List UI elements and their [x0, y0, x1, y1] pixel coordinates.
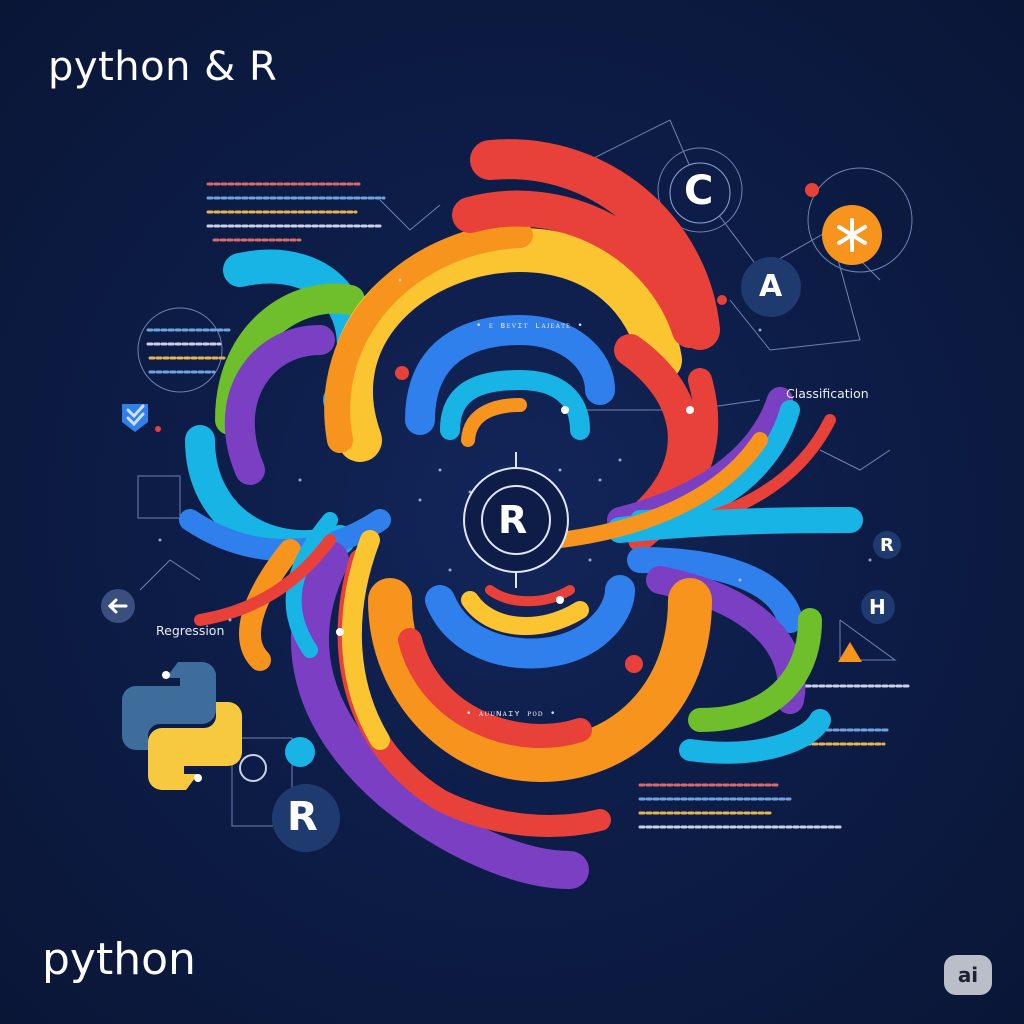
r-center-icon: R	[498, 498, 528, 542]
c-icon: C	[684, 168, 714, 214]
a-icon: A	[759, 269, 783, 304]
r-small-icon: R	[880, 535, 894, 556]
page-title: python & R	[48, 44, 278, 90]
h-icon: H	[869, 595, 886, 619]
footer-title: python	[42, 934, 196, 985]
caption-top: • ᴇ ʙᴇᴠɪᴛ ʟᴀᴊᴇᴀᴛᴇ •	[476, 321, 584, 331]
r-large-icon: R	[287, 794, 318, 840]
python-logo-icon	[122, 662, 242, 790]
canvas: C A R R R H python & R python Classifica…	[0, 0, 1024, 1024]
classification-label: Classification	[786, 386, 869, 401]
caption-bottom: • ᴀᴜᴜɴᴀɪʏ ᴘᴏᴅ •	[466, 709, 557, 719]
ai-badge: ai	[944, 955, 992, 995]
regression-label: Regression	[156, 623, 225, 638]
